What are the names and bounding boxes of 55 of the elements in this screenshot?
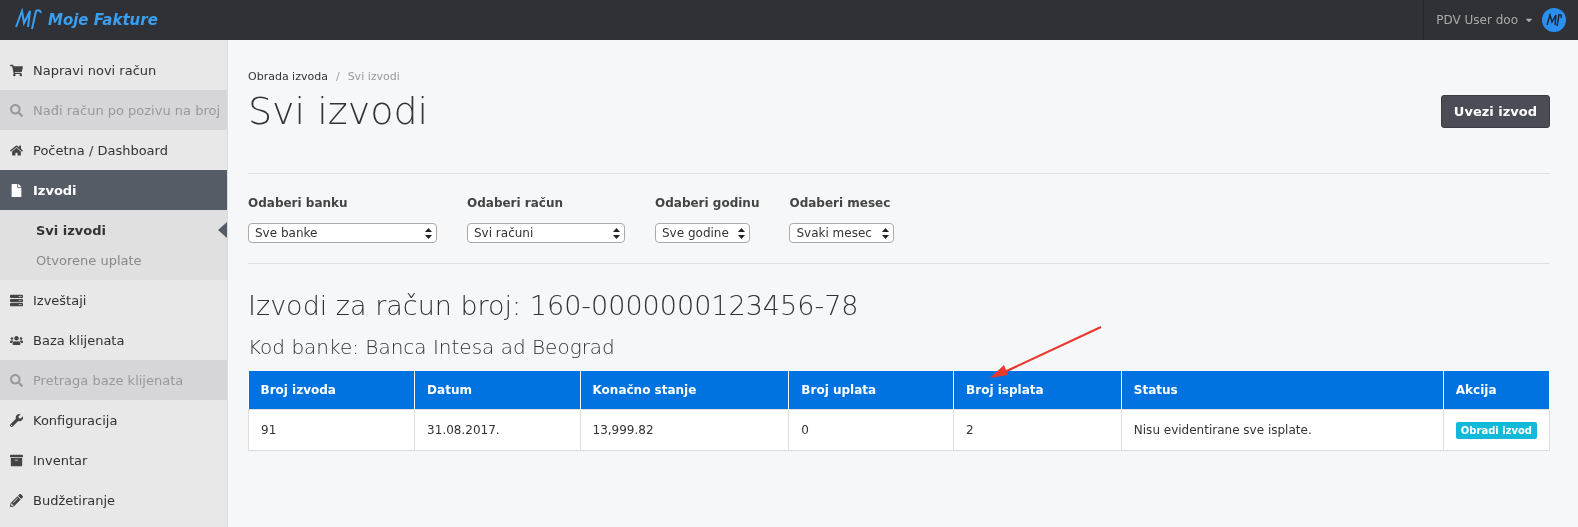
sidebar-item[interactable]: Budžetiranje <box>0 480 227 520</box>
sort-arrows-icon <box>882 227 890 239</box>
archive-icon <box>10 453 23 467</box>
wrench-icon <box>10 413 23 427</box>
file-icon <box>10 183 23 197</box>
column-header: Akcija <box>1443 371 1550 410</box>
sort-arrows-icon <box>738 227 745 239</box>
import-button[interactable]: Uvezi izvod <box>1440 95 1550 128</box>
brand-name[interactable]: Moje Fakture <box>48 11 158 29</box>
avatar-icon[interactable] <box>1542 8 1566 32</box>
table-cell: 0 <box>788 409 954 451</box>
page-title: Svi izvodi <box>248 89 429 133</box>
column-header: Status <box>1121 371 1444 410</box>
sidebar-item[interactable]: Inventar <box>0 440 227 480</box>
list-icon <box>10 293 23 307</box>
sidebar-item[interactable]: Napravi novi račun <box>0 50 227 90</box>
column-header: Datum <box>414 371 580 410</box>
filter-label: Odaberi mesec <box>789 196 892 210</box>
user-menu[interactable]: PDV User doo <box>1436 13 1534 27</box>
users-icon <box>10 333 23 347</box>
pencil-icon <box>10 493 23 507</box>
bank-heading: Kod banke: Banca Intesa ad Beograd <box>248 335 616 359</box>
submenu-item[interactable]: Svi izvodi <box>0 215 227 245</box>
sort-arrows-icon <box>425 227 432 239</box>
pointer-icon <box>218 222 227 238</box>
sidebar-item[interactable]: Baza klijenata <box>0 320 227 360</box>
filter-label: Odaberi godinu <box>655 196 760 210</box>
filter-select[interactable]: Sve banke <box>248 223 437 243</box>
sidebar-item[interactable]: Konfiguracija <box>0 400 227 440</box>
table-cell: 2 <box>953 409 1122 451</box>
column-header: Konačno stanje <box>580 371 789 410</box>
home-icon <box>10 143 23 157</box>
table-cell: 13,999.82 <box>580 409 789 451</box>
column-header: Broj izvoda <box>248 371 415 410</box>
cart-icon <box>10 63 23 77</box>
table-cell: Nisu evidentirane sve isplate. <box>1121 409 1444 451</box>
search-icon <box>10 103 23 117</box>
sidebar-item[interactable]: Početna / Dashboard <box>0 130 227 170</box>
search-icon <box>10 373 23 387</box>
filter-label: Odaberi banku <box>248 196 349 210</box>
table-cell: 31.08.2017. <box>414 409 580 451</box>
sidebar-item[interactable]: Izvodi <box>0 170 227 210</box>
filter-select[interactable]: Svaki mesec <box>789 223 895 243</box>
breadcrumb-item[interactable]: Obrada izvoda <box>248 70 328 83</box>
column-header: Broj uplata <box>788 371 954 410</box>
column-header: Broj isplata <box>953 371 1122 410</box>
sort-arrows-icon <box>613 227 620 239</box>
table-cell: 91 <box>248 409 415 451</box>
filter-label: Odaberi račun <box>467 196 565 210</box>
account-heading: Izvodi za račun broj: 160-0000000123456-78 <box>248 290 860 321</box>
breadcrumb-item: Svi izvodi <box>347 70 400 83</box>
filter-select[interactable]: Svi računi <box>467 223 625 243</box>
breadcrumb-separator: / <box>335 70 340 83</box>
filter-select[interactable]: Sve godine <box>655 223 750 243</box>
sidebar-item[interactable]: Izveštaji <box>0 280 227 320</box>
